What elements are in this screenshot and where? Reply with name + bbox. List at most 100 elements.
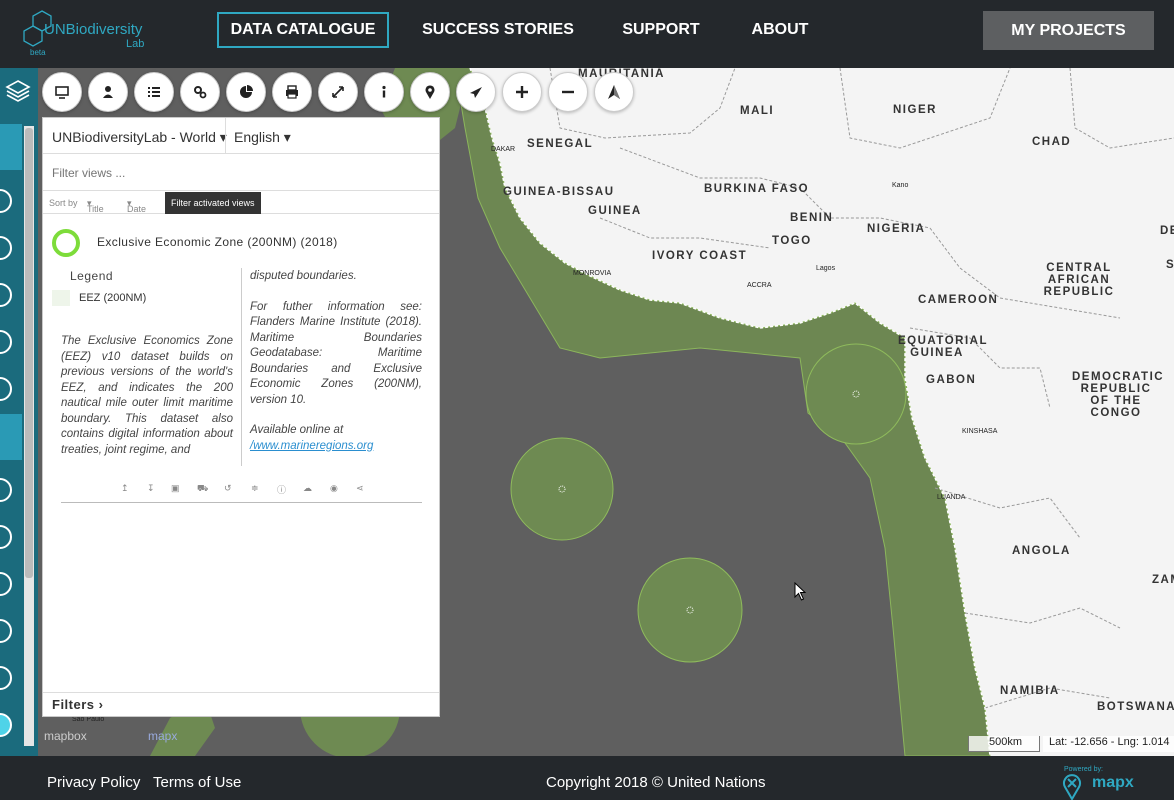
- terms-of-use-link[interactable]: Terms of Use: [153, 774, 241, 791]
- nav-data-catalogue[interactable]: DATA CATALOGUE: [217, 12, 389, 48]
- reset-icon[interactable]: ↺: [224, 483, 232, 494]
- views-sidebar: [0, 68, 38, 756]
- view-title[interactable]: Exclusive Economic Zone (200NM) (2018): [97, 235, 338, 249]
- map-label: EQUATORIAL GUINEA: [898, 335, 988, 359]
- map-label: S: [1166, 259, 1174, 271]
- map-label: BOTSWANA: [1097, 701, 1174, 713]
- map-label: BENIN: [790, 212, 834, 224]
- city-label: Kano: [892, 182, 909, 189]
- view-toggle[interactable]: [0, 525, 12, 549]
- view-toggle[interactable]: [0, 572, 12, 596]
- mapbox-watermark: mapbox: [44, 729, 87, 743]
- map-label: GABON: [926, 374, 977, 386]
- filter-sliders-icon[interactable]: ≑: [251, 483, 259, 494]
- monitor-icon[interactable]: [42, 72, 82, 112]
- mapx-marker-icon: [1063, 774, 1081, 800]
- plane-icon[interactable]: [456, 72, 496, 112]
- map-label: GUINEA-BISSAU: [503, 186, 615, 198]
- share-icon[interactable]: ⋖: [356, 483, 364, 494]
- binoculars-icon[interactable]: ⛟: [197, 483, 208, 495]
- map-label: NIGERIA: [867, 223, 926, 235]
- map-label: CAMEROON: [918, 294, 999, 306]
- metadata-info-icon[interactable]: ⓘ: [277, 483, 286, 496]
- scrollbar-thumb[interactable]: [25, 128, 33, 578]
- view-toggle[interactable]: [0, 666, 12, 690]
- view-description: The Exclusive Economics Zone (EEZ) v10 d…: [61, 335, 233, 456]
- map-label: CHAD: [1032, 136, 1072, 148]
- legend-title: Legend: [70, 269, 114, 283]
- my-projects-button[interactable]: MY PROJECTS: [983, 11, 1154, 50]
- top-navbar: UNBiodiversity Lab beta DATA CATALOGUE S…: [0, 0, 1174, 68]
- city-label: LUANDA: [937, 494, 966, 501]
- zoom-in-icon[interactable]: [502, 72, 542, 112]
- sidebar-highlight: [0, 414, 22, 460]
- description-cont: disputed boundaries.: [250, 270, 357, 282]
- zoom-out-icon[interactable]: [548, 72, 588, 112]
- view-toggle[interactable]: [0, 283, 12, 307]
- pie-chart-icon[interactable]: [226, 72, 266, 112]
- description-reference: For futher information see: Flanders Mar…: [250, 300, 422, 406]
- logo-text: UNBiodiversity: [44, 21, 143, 38]
- view-toggle-active[interactable]: [0, 713, 12, 737]
- north-arrow-icon[interactable]: [594, 72, 634, 112]
- city-label: KINSHASA: [962, 428, 998, 435]
- map-label: CENTRAL AFRICAN REPUBLIC: [1043, 262, 1115, 298]
- nav-success-stories[interactable]: SUCCESS STORIES: [420, 12, 576, 48]
- expand-icon[interactable]: [318, 72, 358, 112]
- filter-views-input[interactable]: [43, 155, 439, 191]
- mapx-watermark: mapx: [148, 729, 178, 743]
- map-marker-icon[interactable]: [410, 72, 450, 112]
- mouse-cursor-icon: [794, 582, 807, 601]
- language-selector[interactable]: English ▾: [234, 129, 291, 146]
- map-label: NIGER: [893, 104, 937, 116]
- marineregions-link[interactable]: /www.marineregions.org: [250, 439, 422, 455]
- view-toggle[interactable]: [0, 330, 12, 354]
- mapx-brand[interactable]: mapx: [1092, 774, 1134, 792]
- sort-by-title[interactable]: Title ▾: [87, 198, 104, 214]
- city-label: São Paulo: [72, 716, 105, 723]
- map-scale: 500km: [968, 736, 1040, 752]
- view-toggle[interactable]: [0, 189, 12, 213]
- views-panel: UNBiodiversityLab - World ▾ English ▾ So…: [42, 117, 440, 717]
- sidebar-highlight: [0, 124, 22, 170]
- screenshot-icon[interactable]: ◉: [330, 483, 338, 494]
- move-down-icon[interactable]: ↧: [147, 483, 155, 494]
- view-toggle-ring[interactable]: [52, 229, 80, 257]
- city-label: Lagos: [816, 265, 836, 272]
- gears-icon[interactable]: [180, 72, 220, 112]
- user-icon[interactable]: [88, 72, 128, 112]
- map-label: GUINEA: [588, 205, 642, 217]
- view-toggle[interactable]: [0, 478, 12, 502]
- project-selector[interactable]: UNBiodiversityLab - World ▾: [52, 129, 227, 146]
- zoom-extent-icon[interactable]: ▣: [171, 483, 180, 494]
- description-available: Available online at: [250, 424, 344, 436]
- view-toggle[interactable]: [0, 619, 12, 643]
- list-icon[interactable]: [134, 72, 174, 112]
- footer: Privacy Policy Terms of Use Copyright 20…: [0, 756, 1174, 800]
- nav-about[interactable]: ABOUT: [746, 12, 814, 48]
- map-label: TOGO: [772, 235, 812, 247]
- info-icon[interactable]: [364, 72, 404, 112]
- map-label: BURKINA FASO: [704, 183, 810, 195]
- unbiodiversity-lab-logo[interactable]: UNBiodiversity Lab beta: [22, 8, 152, 58]
- legend-item-label: EEZ (200NM): [79, 292, 147, 304]
- layers-icon[interactable]: [5, 78, 31, 104]
- privacy-policy-link[interactable]: Privacy Policy: [47, 774, 140, 791]
- view-toggle[interactable]: [0, 377, 12, 401]
- print-icon[interactable]: [272, 72, 312, 112]
- sort-by-date[interactable]: Date ▾: [127, 198, 146, 214]
- logo-sub: Lab: [126, 38, 145, 50]
- map-label: MALI: [740, 105, 775, 117]
- nav-support[interactable]: SUPPORT: [616, 12, 706, 48]
- download-icon[interactable]: ☁: [303, 483, 312, 494]
- map-label: DE: [1160, 225, 1174, 237]
- filter-activated-views-button[interactable]: Filter activated views: [165, 192, 261, 214]
- beta-badge: beta: [30, 48, 46, 57]
- sidebar-scrollbar[interactable]: [24, 126, 34, 746]
- move-up-icon[interactable]: ↥: [121, 483, 129, 494]
- filters-toggle[interactable]: Filters ›: [43, 692, 439, 716]
- map-label: NAMIBIA: [1000, 685, 1060, 697]
- map-label: DEMOCRATIC REPUBLIC OF THE CONGO: [1072, 371, 1165, 419]
- view-toggle[interactable]: [0, 236, 12, 260]
- city-label: MONROVIA: [573, 270, 612, 277]
